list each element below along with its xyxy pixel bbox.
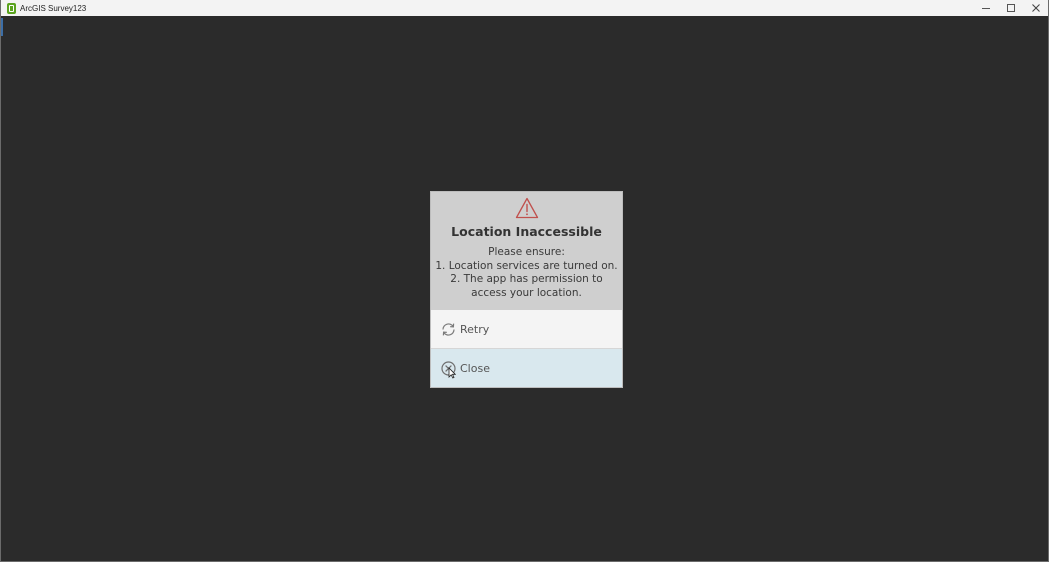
close-label: Close	[460, 361, 490, 375]
close-icon	[1031, 4, 1040, 12]
maximize-icon	[1006, 4, 1015, 12]
retry-label: Retry	[460, 322, 490, 336]
message-line: access your location.	[471, 286, 582, 299]
dialog-title: Location Inaccessible	[451, 224, 602, 239]
refresh-icon	[439, 320, 457, 338]
focus-indicator	[1, 18, 3, 36]
message-line: 1. Location services are turned on.	[435, 259, 618, 272]
maximize-button[interactable]	[998, 0, 1023, 16]
retry-button[interactable]: Retry	[431, 310, 622, 349]
dialog-message: Please ensure: 1. Location services are …	[431, 246, 622, 300]
window-controls	[973, 0, 1048, 16]
warning-icon	[515, 197, 539, 219]
dialog-header: Location Inaccessible Please ensure: 1. …	[431, 192, 622, 310]
minimize-icon	[981, 8, 990, 9]
minimize-button[interactable]	[973, 0, 998, 16]
mouse-cursor-icon	[448, 367, 456, 379]
message-line: Please ensure:	[488, 246, 565, 258]
app-window: ArcGIS Survey123 Location Inaccessible P…	[0, 0, 1049, 562]
close-button[interactable]: Close	[431, 349, 622, 387]
survey123-app-icon	[7, 2, 16, 14]
location-error-dialog: Location Inaccessible Please ensure: 1. …	[430, 191, 623, 388]
window-title: ArcGIS Survey123	[20, 3, 87, 13]
close-window-button[interactable]	[1023, 0, 1048, 16]
message-line: 2. The app has permission to	[450, 273, 603, 285]
title-bar[interactable]: ArcGIS Survey123	[1, 0, 1048, 16]
